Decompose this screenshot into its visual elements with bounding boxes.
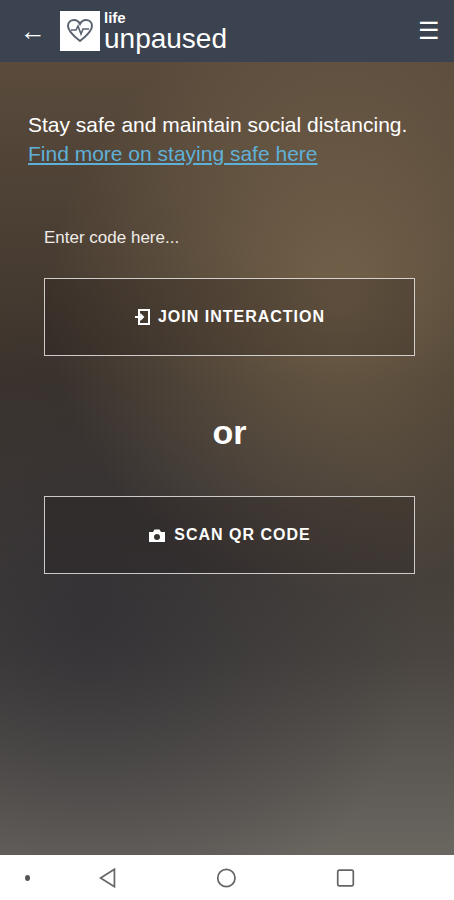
system-nav-bar <box>0 855 454 900</box>
code-input[interactable] <box>44 218 414 258</box>
scan-button[interactable]: SCAN QR CODE <box>44 496 415 574</box>
logo-top: life <box>104 10 227 25</box>
top-bar: ← lifeunpaused ☰ <box>0 0 454 62</box>
dot-icon <box>25 875 30 881</box>
logo: lifeunpaused <box>60 10 418 53</box>
home-circle-icon[interactable] <box>216 866 237 890</box>
scan-label: SCAN QR CODE <box>174 526 310 544</box>
heart-pulse-icon <box>65 16 95 46</box>
app-screen: ← lifeunpaused ☰ Stay safe and maintain soc… <box>0 0 454 900</box>
logo-bottom: unpaused <box>104 25 227 53</box>
content-area: Stay safe and maintain social distancing… <box>0 62 454 855</box>
menu-button[interactable]: ☰ <box>418 17 440 45</box>
join-label: JOIN INTERACTION <box>158 308 325 326</box>
join-button[interactable]: JOIN INTERACTION <box>44 278 415 356</box>
back-button[interactable]: ← <box>20 16 60 47</box>
enter-icon <box>134 309 150 325</box>
safety-link[interactable]: Find more on staying safe here <box>28 142 318 165</box>
or-separator: or <box>44 412 415 452</box>
recents-square-icon[interactable] <box>336 867 355 889</box>
back-triangle-icon[interactable] <box>98 866 117 890</box>
heart-icon <box>60 11 100 51</box>
notice-text: Stay safe and maintain social distancing… <box>28 110 408 168</box>
logo-text: lifeunpaused <box>104 10 227 53</box>
camera-icon <box>148 528 166 543</box>
